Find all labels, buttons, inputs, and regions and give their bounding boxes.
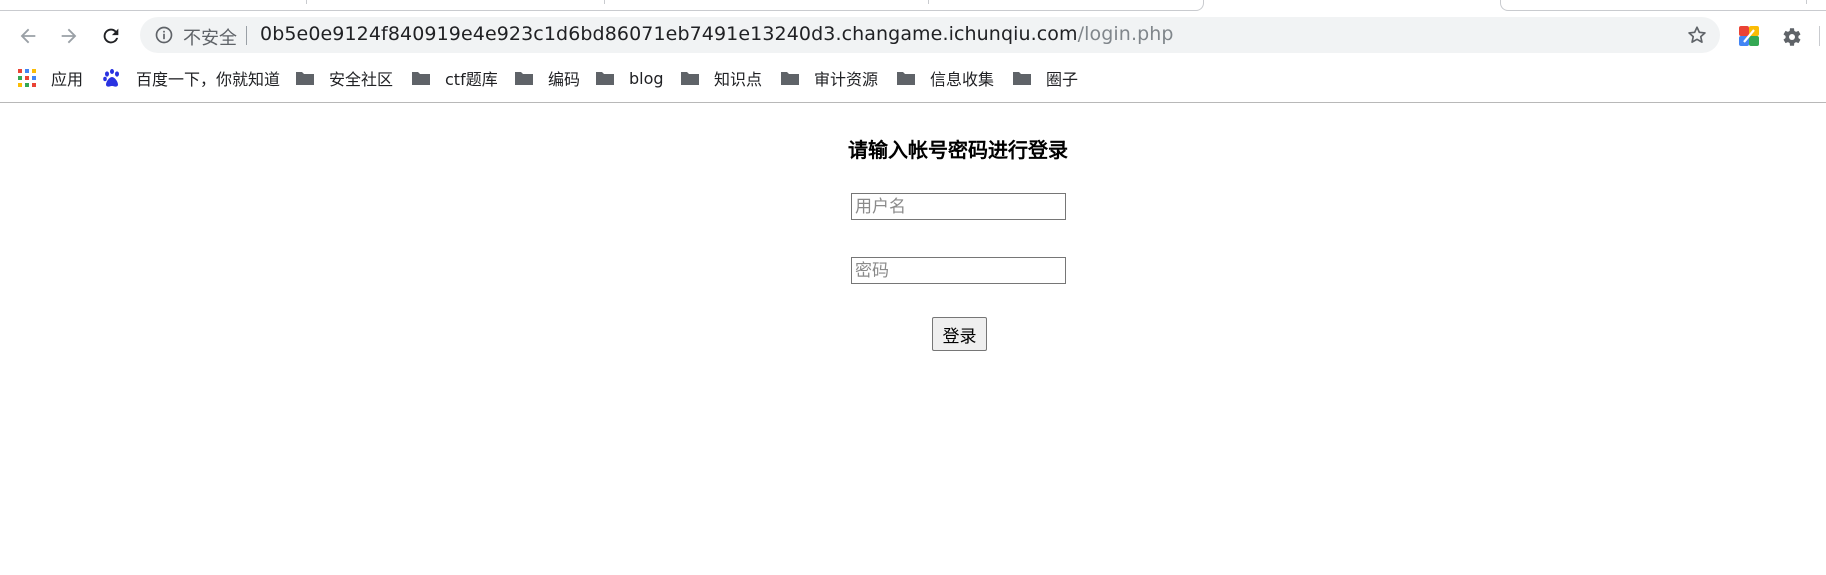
bookmark-folder-audit[interactable]: 审计资源	[780, 65, 878, 91]
apps-grid-icon	[17, 68, 37, 88]
folder-icon	[780, 68, 800, 88]
bookmark-folder-blog[interactable]: blog	[595, 65, 664, 91]
bookmark-folder-security-community[interactable]: 安全社区	[295, 65, 393, 91]
bookmark-baidu[interactable]: 百度一下，你就知道	[102, 65, 280, 91]
bookmark-label: 应用	[51, 70, 84, 89]
url-text[interactable]: 0b5e0e9124f840919e4e923c1d6bd86071eb7491…	[260, 23, 1174, 45]
bookmark-label: 审计资源	[814, 70, 879, 89]
back-button[interactable]	[14, 22, 42, 50]
bookmark-label: 圈子	[1046, 70, 1079, 89]
toolbar-edge	[1819, 26, 1820, 46]
folder-icon	[411, 68, 431, 88]
bookmark-folder-knowledge[interactable]: 知识点	[680, 65, 762, 91]
folder-icon	[1012, 68, 1032, 88]
bookmark-label: 编码	[548, 70, 581, 89]
tab-separator	[1806, 0, 1807, 4]
url-path: /login.php	[1077, 23, 1174, 45]
password-input[interactable]	[851, 257, 1066, 284]
bookmark-folder-info-gathering[interactable]: 信息收集	[896, 65, 994, 91]
reload-icon	[103, 28, 119, 44]
bookmark-label: 知识点	[714, 70, 763, 89]
bookmark-apps[interactable]: 应用	[17, 65, 83, 91]
address-bar[interactable]: 不安全 0b5e0e9124f840919e4e923c1d6bd86071eb…	[140, 17, 1720, 53]
bookmark-label: ctf题库	[445, 70, 498, 89]
extension-gear-icon[interactable]	[1779, 25, 1803, 49]
folder-icon	[595, 68, 615, 88]
folder-icon	[514, 68, 534, 88]
bookmark-folder-ctf[interactable]: ctf题库	[411, 65, 498, 91]
tab-outline-right	[1500, 0, 1826, 11]
bookmarks-bar: 应用 百度一下，你就知道 安全社区 ctf题库 编码 blog 知识点 审计资源…	[0, 60, 1826, 96]
info-icon[interactable]	[154, 25, 174, 45]
tab-separator	[306, 0, 307, 4]
baidu-paw-icon	[102, 68, 122, 88]
tab-separator	[604, 0, 605, 4]
username-input[interactable]	[851, 193, 1066, 220]
bookmark-folder-encoding[interactable]: 编码	[514, 65, 580, 91]
folder-icon	[295, 68, 315, 88]
login-button[interactable]: 登录	[932, 317, 987, 351]
bookmark-label: 安全社区	[329, 70, 394, 89]
bookmark-label: 百度一下，你就知道	[136, 70, 281, 89]
page-title: 请输入帐号密码进行登录	[848, 138, 1068, 162]
bookmark-folder-circle[interactable]: 圈子	[1012, 65, 1078, 91]
tab-separator	[928, 0, 929, 4]
url-host: 0b5e0e9124f840919e4e923c1d6bd86071eb7491…	[260, 23, 1078, 45]
security-status-label: 不安全	[183, 28, 237, 49]
folder-icon	[680, 68, 700, 88]
extension-color-icon[interactable]	[1738, 25, 1760, 47]
folder-icon	[896, 68, 916, 88]
bookmark-star-icon[interactable]	[1686, 24, 1708, 46]
bookmark-label: blog	[629, 68, 664, 88]
forward-button[interactable]	[55, 22, 83, 50]
bookmark-label: 信息收集	[930, 70, 995, 89]
browser-toolbar: 不安全 0b5e0e9124f840919e4e923c1d6bd86071eb…	[0, 14, 1826, 56]
tab-strip	[0, 0, 1826, 14]
tab-outline-left	[0, 0, 1204, 11]
reload-button[interactable]	[97, 22, 125, 50]
page-divider	[0, 102, 1826, 103]
arrow-left-icon	[20, 28, 36, 44]
omnibox-divider	[246, 26, 247, 45]
arrow-right-icon	[61, 28, 77, 44]
